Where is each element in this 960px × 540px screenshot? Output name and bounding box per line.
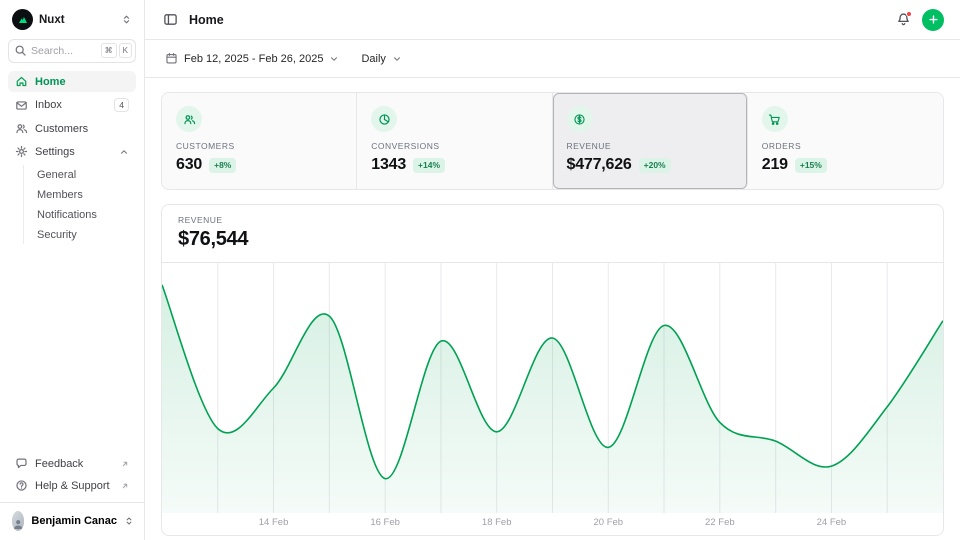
cart-icon <box>762 106 788 132</box>
external-link-icon <box>121 460 129 468</box>
chart-area[interactable]: 14 Feb 16 Feb 18 Feb 20 Feb 22 Feb 24 Feb <box>162 263 943 535</box>
x-axis-label: 22 Feb <box>705 517 735 528</box>
user-name: Benjamin Canac <box>31 515 117 527</box>
search-icon <box>14 44 27 62</box>
inbox-icon <box>15 99 28 112</box>
stat-delta-badge: +20% <box>639 158 671 173</box>
message-icon <box>15 457 28 470</box>
chart-total-value: $76,544 <box>178 228 927 251</box>
filter-toolbar: Feb 12, 2025 - Feb 26, 2025 Daily <box>145 40 960 78</box>
stat-value: $477,626 <box>567 156 632 174</box>
users-icon <box>15 122 28 135</box>
sidebar-item-label: Settings <box>35 146 112 158</box>
granularity-label: Daily <box>361 53 385 65</box>
content: CUSTOMERS 630 +8% CONVERSIONS 1343 +14% <box>145 78 960 540</box>
workspace-name: Nuxt <box>39 14 113 26</box>
sidebar-item-home[interactable]: Home <box>8 71 136 92</box>
stat-delta-badge: +8% <box>209 158 236 173</box>
chevron-select-icon[interactable] <box>119 12 134 27</box>
chevron-up-icon <box>119 147 129 157</box>
x-axis-label: 14 Feb <box>259 517 289 528</box>
question-circle-icon <box>15 479 28 492</box>
chart-pie-icon <box>371 106 397 132</box>
sidebar-item-notifications[interactable]: Notifications <box>29 205 136 224</box>
dollar-circle-icon <box>567 106 593 132</box>
sidebar-item-label: General <box>37 169 128 181</box>
sidebar-item-label: Inbox <box>35 99 107 111</box>
x-axis-label: 24 Feb <box>817 517 847 528</box>
x-axis-label: 18 Feb <box>482 517 512 528</box>
sidebar-item-label: Security <box>37 229 128 241</box>
revenue-chart-svg[interactable] <box>162 263 943 513</box>
stat-label: CUSTOMERS <box>176 141 342 151</box>
workspace-switcher[interactable]: Nuxt <box>0 0 144 37</box>
sidebar-item-members[interactable]: Members <box>29 185 136 204</box>
add-button[interactable] <box>922 9 944 31</box>
stat-label: CONVERSIONS <box>371 141 537 151</box>
x-axis-labels: 14 Feb 16 Feb 18 Feb 20 Feb 22 Feb 24 Feb <box>162 513 943 533</box>
feedback-link[interactable]: Feedback <box>8 453 136 474</box>
external-link-icon <box>121 482 129 490</box>
main: Home Feb 12, 2025 - Feb 26, 2025 <box>145 0 960 540</box>
home-icon <box>15 75 28 88</box>
chevron-down-icon <box>392 54 402 64</box>
sidebar-item-inbox[interactable]: Inbox 4 <box>8 94 136 116</box>
kbd-cmd: ⌘ <box>101 43 117 58</box>
stat-delta-badge: +15% <box>795 158 827 173</box>
sidebar-item-label: Home <box>35 76 129 88</box>
date-range-picker[interactable]: Feb 12, 2025 - Feb 26, 2025 <box>161 48 343 69</box>
sidebar-spacer <box>0 244 144 453</box>
stat-label: REVENUE <box>567 141 733 151</box>
stats-row: CUSTOMERS 630 +8% CONVERSIONS 1343 +14% <box>161 92 944 190</box>
footer-link-label: Help & Support <box>35 480 113 492</box>
sidebar-item-general[interactable]: General <box>29 165 136 184</box>
search-kbd: ⌘ K <box>101 43 132 58</box>
avatar <box>12 511 24 531</box>
granularity-select[interactable]: Daily <box>357 49 405 69</box>
users-icon <box>176 106 202 132</box>
footer-link-label: Feedback <box>35 458 113 470</box>
sidebar-item-security[interactable]: Security <box>29 225 136 244</box>
x-axis-label: 20 Feb <box>593 517 623 528</box>
sidebar-item-label: Members <box>37 189 128 201</box>
stat-value: 630 <box>176 156 202 174</box>
nuxt-logo-icon <box>12 9 33 30</box>
date-range-label: Feb 12, 2025 - Feb 26, 2025 <box>184 53 323 65</box>
sidebar: Nuxt ⌘ K Home <box>0 0 145 540</box>
page-header: Home <box>145 0 960 40</box>
stat-card-customers[interactable]: CUSTOMERS 630 +8% <box>162 93 357 189</box>
revenue-chart-card: REVENUE $76,544 14 Feb 16 Feb 18 Feb 20 Feb… <box>161 204 944 536</box>
sidebar-item-settings[interactable]: Settings <box>8 141 136 162</box>
settings-submenu: General Members Notifications Security <box>23 165 136 244</box>
stat-card-orders[interactable]: ORDERS 219 +15% <box>748 93 943 189</box>
inbox-count-badge: 4 <box>114 98 129 112</box>
chevron-down-icon <box>329 54 339 64</box>
chevron-select-icon <box>124 516 134 526</box>
sidebar-item-label: Notifications <box>37 209 128 221</box>
x-axis-label: 16 Feb <box>370 517 400 528</box>
user-menu[interactable]: Benjamin Canac <box>0 502 144 540</box>
sidebar-footer: Feedback Help & Support <box>0 453 144 502</box>
chart-header: REVENUE $76,544 <box>162 205 943 263</box>
calendar-icon <box>165 52 178 65</box>
sidebar-item-label: Customers <box>35 123 129 135</box>
search: ⌘ K <box>8 39 136 63</box>
stat-card-conversions[interactable]: CONVERSIONS 1343 +14% <box>357 93 552 189</box>
stat-card-revenue[interactable]: REVENUE $477,626 +20% <box>553 93 748 189</box>
stat-delta-badge: +14% <box>413 158 445 173</box>
notification-dot <box>906 11 912 17</box>
chart-title: REVENUE <box>178 215 927 225</box>
sidebar-nav: Home Inbox 4 Customers Settings <box>0 71 144 244</box>
sidebar-item-customers[interactable]: Customers <box>8 118 136 139</box>
gear-icon <box>15 145 28 158</box>
sidebar-toggle-button[interactable] <box>161 10 180 29</box>
stat-value: 1343 <box>371 156 406 174</box>
help-support-link[interactable]: Help & Support <box>8 475 136 496</box>
app-root: Nuxt ⌘ K Home <box>0 0 960 540</box>
stat-value: 219 <box>762 156 788 174</box>
kbd-k: K <box>119 43 132 58</box>
stat-label: ORDERS <box>762 141 929 151</box>
page-title: Home <box>189 13 885 27</box>
